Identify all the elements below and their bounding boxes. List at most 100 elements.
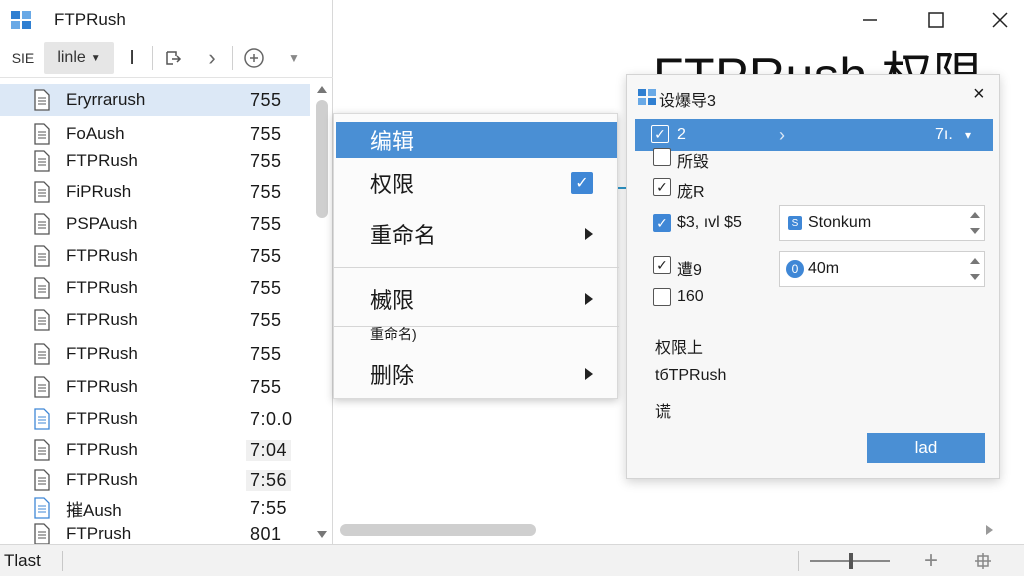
file-row[interactable]: FTPRush 755 (0, 240, 310, 272)
file-row[interactable]: FTPRush 755 (0, 272, 310, 304)
checkbox[interactable]: ✓ (653, 178, 671, 196)
file-row[interactable]: FTPRush 755 (0, 371, 310, 403)
minimize-icon[interactable] (858, 8, 882, 32)
view-button[interactable]: SIE (6, 42, 40, 74)
load-button[interactable]: lad (867, 433, 985, 463)
file-name: FTPRush (66, 278, 138, 297)
file-icon (34, 150, 50, 172)
mode-field[interactable]: 0 40m (779, 251, 985, 287)
scroll-right-icon[interactable] (986, 525, 993, 535)
checkmark-icon: ✓ (571, 172, 593, 194)
file-row[interactable]: FTPrush 801 (0, 518, 310, 544)
status-bar: Tlast + (0, 544, 1024, 576)
file-row[interactable]: FTPRush 755 (0, 338, 310, 370)
file-row[interactable]: FiPRush 755 (0, 176, 310, 208)
scroll-thumb[interactable] (340, 524, 536, 536)
menu-item-rename-sub[interactable]: 重命名) (370, 324, 417, 344)
checkbox[interactable] (653, 288, 671, 306)
vertical-scrollbar[interactable] (313, 82, 331, 542)
file-pane: FTPRush SIE linle ▼ I › ▼ Eryrrarush 755 F… (0, 0, 333, 544)
view-dropdown[interactable]: linle ▼ (44, 42, 114, 74)
file-icon (34, 343, 50, 365)
app-title: FTPRush (54, 10, 126, 29)
checkbox-label: $3, ıvl $5 (677, 214, 742, 231)
menu-item-permissions[interactable]: 权限 ✓ (334, 164, 619, 202)
file-name: FTPRush (66, 377, 138, 396)
file-permission: 755 (250, 181, 282, 202)
file-permission: 755 (250, 343, 282, 364)
zoom-in-icon[interactable]: + (924, 547, 938, 575)
file-row[interactable]: FTPRush 7:04 (0, 434, 310, 466)
file-row[interactable]: FTPRush 755 (0, 304, 310, 336)
owner-field-value: Stonkum (808, 214, 872, 231)
file-row[interactable]: FTPRush 7:0.0 (0, 403, 310, 435)
toolbar-divider (152, 46, 153, 70)
fit-screen-icon[interactable] (974, 552, 992, 570)
menu-item-label: 楲限 (370, 288, 415, 313)
submenu-arrow-icon (585, 293, 593, 305)
checkbox-label: 所毁 (677, 154, 710, 171)
checkbox-label: 庞R (677, 184, 705, 201)
menu-item-limit[interactable]: 楲限 (334, 280, 619, 318)
file-permission: 7:0.0 (250, 408, 293, 429)
scroll-thumb[interactable] (316, 100, 328, 218)
menu-item-rename[interactable]: 重命名 (334, 214, 619, 254)
checkbox[interactable]: ✓ (653, 256, 671, 274)
spinner-icon[interactable] (970, 210, 980, 236)
export-icon[interactable] (160, 42, 186, 74)
dialog-close-icon[interactable]: × (973, 83, 985, 106)
file-permission: 7:55 (250, 497, 288, 518)
text-cursor-icon[interactable]: I (120, 42, 144, 74)
info-text: 谎 (655, 404, 672, 421)
file-icon (34, 123, 50, 145)
file-permission: 755 (250, 277, 282, 298)
file-name: FoAush (66, 124, 125, 143)
submenu-arrow-icon (585, 368, 593, 380)
dialog-app-icon (638, 89, 656, 105)
file-icon (34, 497, 50, 519)
status-divider (798, 551, 799, 571)
view-dropdown-label: linle (57, 49, 86, 66)
checkbox[interactable]: ✓ (651, 125, 669, 143)
file-icon (34, 277, 50, 299)
info-text: 权限上 (655, 340, 704, 357)
menu-item-delete[interactable]: 删除 (334, 354, 619, 394)
close-icon[interactable] (988, 8, 1012, 32)
scroll-up-icon[interactable] (317, 86, 327, 93)
file-icon (34, 89, 50, 111)
chevron-down-icon[interactable]: ▾ (965, 128, 971, 142)
spinner-icon[interactable] (970, 256, 980, 282)
file-permission: 801 (250, 523, 282, 544)
status-text: Tlast (4, 551, 41, 570)
permission-row-selected[interactable]: ✓ 2 › 7ı. ▾ (635, 119, 993, 151)
file-name: PSPAush (66, 214, 138, 233)
file-name: FTPRush (66, 151, 138, 170)
file-row[interactable]: PSPAush 755 (0, 208, 310, 240)
file-name: FTPrush (66, 524, 132, 543)
checkbox[interactable]: ✓ (653, 214, 671, 232)
zoom-slider-handle[interactable] (849, 553, 853, 569)
file-name: FiPRush (66, 182, 132, 201)
owner-field[interactable]: S Stonkum (779, 205, 985, 241)
file-name: FTPRush (66, 310, 138, 329)
maximize-icon[interactable] (924, 8, 948, 32)
menu-item-edit[interactable]: 编辑 (336, 122, 617, 158)
checkbox[interactable] (653, 148, 671, 166)
checkbox-label: 160 (677, 288, 704, 305)
scroll-down-icon[interactable] (317, 531, 327, 538)
file-row[interactable]: Eryrrarush 755 (0, 84, 310, 116)
file-row[interactable]: FTPRush 755 (0, 145, 310, 177)
file-name: Eryrrarush (66, 90, 146, 109)
context-menu: 编辑 权限 ✓ 重命名 楲限 重命名) 删除 (333, 113, 619, 399)
clock-icon: 0 (786, 260, 804, 278)
forward-icon[interactable]: › (200, 42, 224, 74)
file-list: Eryrrarush 755 FoAush 755 FTPRush 755 FiPRush 7… (0, 82, 310, 544)
chevron-down-icon[interactable]: ▼ (282, 42, 306, 74)
file-name: FTPRush (66, 440, 138, 459)
file-permission: 755 (250, 309, 282, 330)
file-icon (34, 213, 50, 235)
sync-icon[interactable] (240, 42, 268, 74)
file-permission: 755 (250, 213, 282, 234)
titlebar: FTPRush (0, 0, 333, 38)
horizontal-scrollbar[interactable] (336, 520, 1000, 540)
